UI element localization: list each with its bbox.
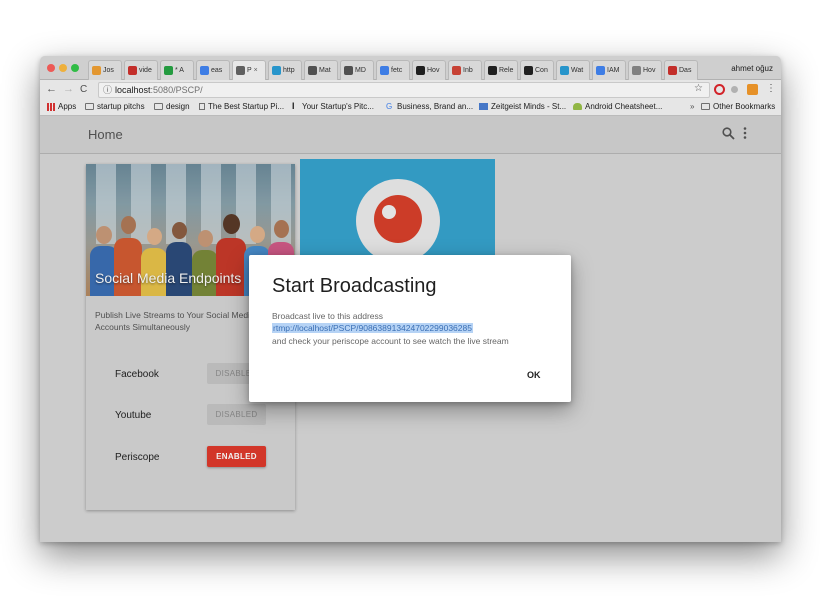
ok-button[interactable]: OK bbox=[527, 370, 541, 380]
dialog-title: Start Broadcasting bbox=[272, 275, 437, 297]
dialog-note: and check your periscope account to see … bbox=[272, 336, 509, 346]
browser-window: Jos vide * Aeas P × http Mat MD fetc Hov Inb Rele Co… bbox=[40, 56, 781, 542]
dialog-instruction: Broadcast live to this address bbox=[272, 311, 384, 321]
start-broadcasting-dialog: Start Broadcasting Broadcast live to thi… bbox=[249, 255, 571, 402]
rtmp-address[interactable]: rtmp://localhost/PSCP/908638913424702299… bbox=[272, 323, 473, 333]
